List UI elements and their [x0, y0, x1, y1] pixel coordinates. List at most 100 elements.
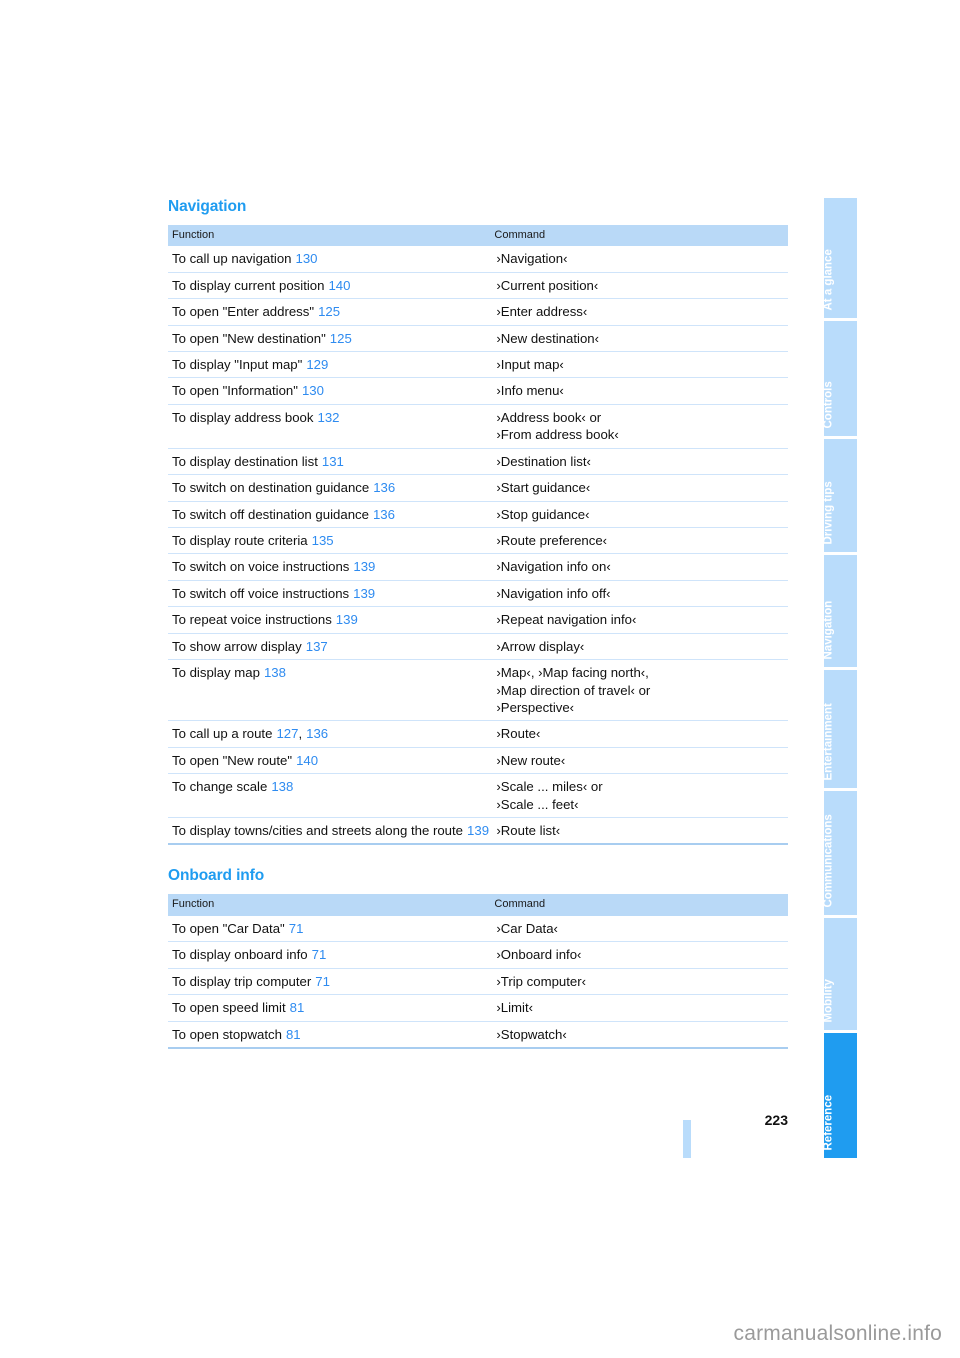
command-cell: ›Route‹	[490, 720, 788, 748]
chapter-tab-mobility[interactable]: Mobility	[824, 918, 857, 1030]
table-row: To display "Input map" 129 ›Input map‹	[168, 351, 788, 378]
page-reference-link[interactable]: 71	[285, 921, 304, 936]
function-label: To change scale	[172, 779, 268, 795]
function-cell: To open stopwatch 81	[168, 1020, 491, 1048]
page-reference-link[interactable]: 139	[463, 823, 489, 838]
page-reference-link[interactable]: 132	[313, 410, 339, 425]
chapter-tab-entertainment[interactable]: Entertainment	[824, 670, 857, 788]
page-reference-link[interactable]: 136	[302, 726, 328, 741]
table-row: To display destination list 131 ›Destinati…	[168, 447, 788, 475]
chapter-tab-strip: At a glance Controls Driving tips Navigatio…	[824, 198, 857, 1161]
command-cell: ›Stopwatch‹	[490, 1020, 788, 1048]
table-row: To display trip computer 71 ›Trip computer…	[168, 967, 788, 995]
voice-command: ›Stop guidance‹	[496, 506, 590, 522]
function-label: To show arrow display	[172, 638, 302, 654]
page-reference-link[interactable]: 140	[292, 753, 318, 768]
page-reference-link[interactable]: 135	[308, 533, 334, 548]
chapter-tab-label: Communications	[824, 813, 835, 907]
function-cell: To switch on voice instructions 139	[168, 553, 491, 581]
function-label: To display current position	[172, 277, 325, 293]
command-cell: ›Input map‹	[490, 351, 788, 378]
function-label: To call up a route	[172, 726, 273, 742]
chapter-tab-label: Driving tips	[824, 480, 835, 544]
table-row: To call up navigation 130 ›Navigation‹	[168, 246, 788, 272]
section-heading: Navigation	[168, 198, 247, 215]
chapter-tab-at-a-glance[interactable]: At a glance	[824, 198, 857, 318]
page-reference-link[interactable]: 127	[272, 726, 298, 741]
page-reference-link[interactable]: 71	[311, 974, 330, 989]
function-cell: To display address book 132	[168, 403, 491, 449]
page-reference-link[interactable]: 130	[298, 383, 324, 398]
page-reference-link[interactable]: 137	[302, 639, 328, 654]
function-cell: To change scale 138	[168, 773, 491, 818]
function-label: To display route criteria	[172, 532, 308, 548]
voice-command: ›Route list‹	[496, 823, 561, 839]
page-reference-link[interactable]: 138	[267, 779, 293, 794]
table-row: To repeat voice instructions 139 ›Repeat n…	[168, 606, 788, 634]
command-cell: ›Navigation‹	[490, 246, 788, 272]
chapter-tab-driving-tips[interactable]: Driving tips	[824, 439, 857, 552]
function-cell: To repeat voice instructions 139	[168, 606, 491, 634]
table-row: To open "Enter address" 125 ›Enter address…	[168, 298, 788, 326]
page-reference-link[interactable]: 140	[324, 278, 350, 293]
voice-command: ›Navigation info off‹	[496, 585, 611, 601]
voice-command: ›New destination‹	[496, 330, 600, 346]
table-row: To open "New destination" 125 ›New destina…	[168, 324, 788, 352]
column-header-function: Function	[168, 224, 491, 247]
function-cell: To call up navigation 130	[168, 246, 490, 272]
chapter-tab-navigation[interactable]: Navigation	[824, 555, 857, 667]
command-cell: ›Current position‹	[490, 271, 788, 299]
function-label: To display towns/cities and streets alon…	[172, 823, 464, 839]
function-label: To display address book	[172, 409, 314, 425]
function-label: To open "New destination"	[172, 330, 326, 346]
table-header-row: Function Command	[168, 224, 788, 247]
page-reference-link[interactable]: 129	[302, 357, 328, 372]
page-reference-link[interactable]: 81	[286, 1000, 305, 1015]
command-cell: ›Scale ... miles‹ or ›Scale ... feet‹	[490, 773, 788, 818]
page-reference-link[interactable]: 71	[308, 947, 327, 962]
page-reference-link[interactable]: 125	[314, 304, 340, 319]
chapter-tab-communications[interactable]: Communications	[824, 791, 857, 915]
table-header-row: Function Command	[168, 894, 788, 916]
watermark-text: carmanualsonline.info	[733, 1322, 942, 1345]
page-reference-link[interactable]: 138	[260, 665, 286, 680]
voice-command: ›Limit‹	[496, 1000, 534, 1016]
voice-command: ›Current position‹	[496, 277, 599, 293]
function-cell: To call up a route 127, 136	[168, 720, 491, 748]
page-reference-link[interactable]: 139	[349, 559, 375, 574]
page-reference-link[interactable]: 139	[349, 586, 375, 601]
voice-command: ›Perspective‹	[496, 699, 575, 715]
function-label: To open "Car Data"	[172, 920, 285, 936]
page-reference-link[interactable]: 136	[369, 480, 395, 495]
page-reference-link[interactable]: 125	[326, 331, 352, 346]
voice-command: ›Stopwatch‹	[496, 1026, 567, 1042]
function-label: To switch off destination guidance	[172, 506, 369, 522]
chapter-tab-controls[interactable]: Controls	[824, 321, 857, 436]
page-reference-link[interactable]: 131	[318, 454, 344, 469]
table-row: To display route criteria 135 ›Route prefe…	[168, 526, 788, 554]
page-reference-link[interactable]: 130	[292, 251, 318, 266]
table-row: To display current position 140 ›Current p…	[168, 271, 788, 299]
function-cell: To open "Enter address" 125	[168, 298, 491, 326]
voice-command: ›New route‹	[496, 752, 566, 768]
chapter-tab-label: Reference	[824, 1094, 835, 1150]
voice-command: ›Onboard info‹	[496, 947, 582, 963]
chapter-tab-reference[interactable]: Reference	[824, 1033, 857, 1158]
function-label: To call up navigation	[172, 251, 292, 267]
page-reference-link[interactable]: 139	[332, 612, 358, 627]
command-cell: ›Navigation info off‹	[490, 579, 788, 607]
voice-command: ›Repeat navigation info‹	[496, 612, 637, 628]
table-row: To open "New route" 140 ›New route‹	[168, 746, 788, 774]
command-cell: ›Repeat navigation info‹	[490, 606, 788, 634]
function-cell: To display towns/cities and streets alon…	[168, 817, 491, 845]
function-label: To display onboard info	[172, 947, 308, 963]
command-cell: ›Address book‹ or ›From address book‹	[490, 403, 788, 449]
section-heading: Onboard info	[168, 867, 265, 885]
page-reference-link[interactable]: 136	[369, 507, 395, 522]
column-header-command: Command	[490, 894, 788, 916]
command-cell: ›New destination‹	[490, 324, 788, 352]
command-cell: ›Arrow display‹	[490, 632, 788, 660]
chapter-tab-label: Entertainment	[824, 702, 835, 780]
chapter-tab-label: At a glance	[824, 248, 835, 310]
page-reference-link[interactable]: 81	[282, 1027, 301, 1042]
